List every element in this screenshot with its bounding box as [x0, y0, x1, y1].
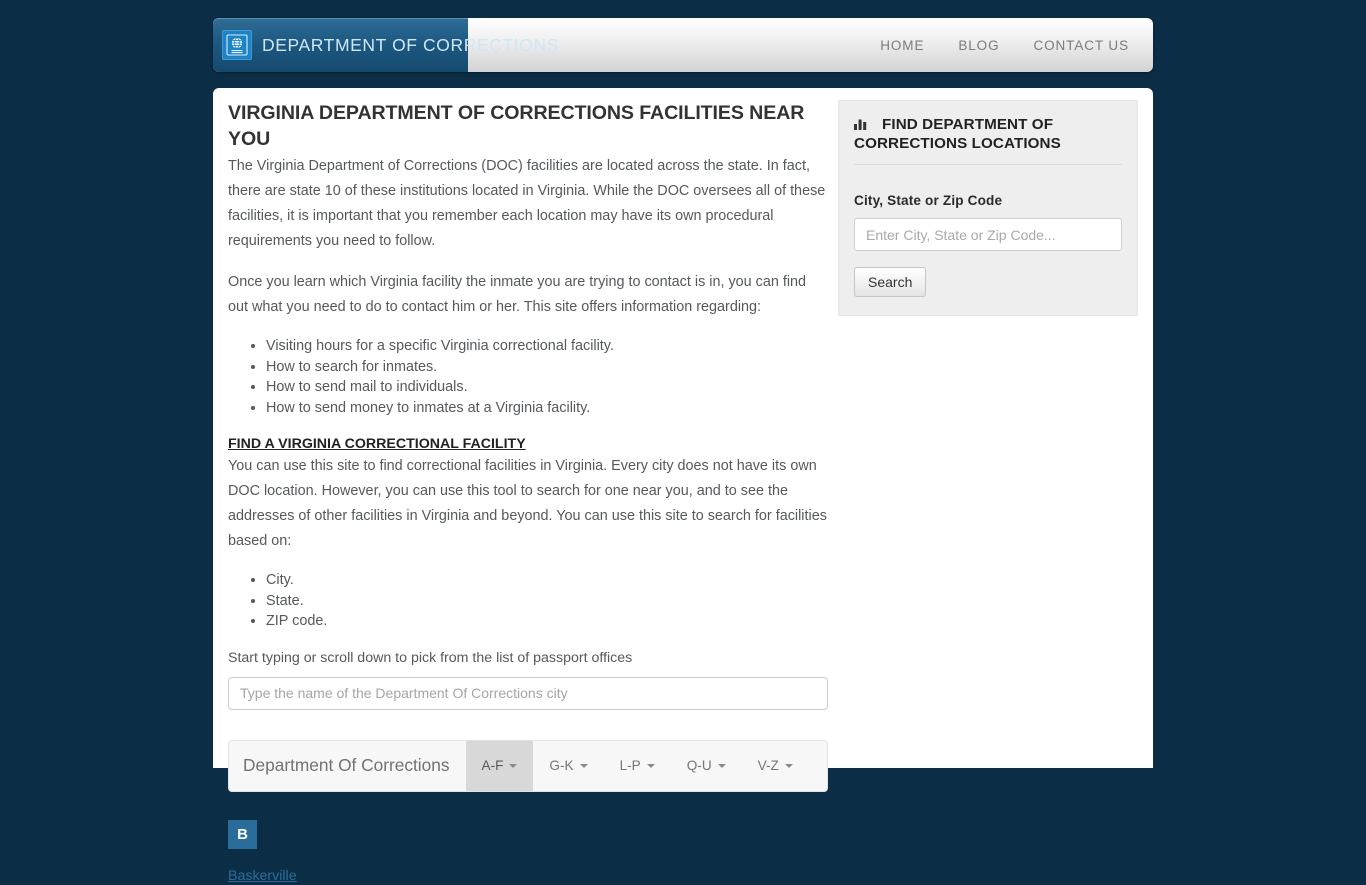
main-navigation: HOME BLOG CONTACT US [468, 18, 1153, 72]
tab-q-u[interactable]: Q-U [671, 741, 742, 791]
list-item: How to send mail to individuals. [266, 377, 828, 398]
chevron-down-icon [646, 763, 655, 768]
city-typeahead-input[interactable] [228, 676, 828, 710]
list-item: ZIP code. [266, 611, 828, 632]
brand[interactable]: DEPARTMENT OF CORRECTIONS [213, 18, 558, 72]
search-basis-list: City. State. ZIP code. [228, 570, 828, 632]
article-body: VIRGINIA DEPARTMENT OF CORRECTIONS FACIL… [228, 100, 828, 885]
list-item: How to search for inmates. [266, 357, 828, 378]
find-locations-widget: FIND DEPARTMENT OF CORRECTIONS LOCATIONS… [838, 100, 1138, 316]
content-card: VIRGINIA DEPARTMENT OF CORRECTIONS FACIL… [213, 88, 1153, 884]
site-header: DEPARTMENT OF CORRECTIONS HOME BLOG CONT… [213, 18, 1153, 72]
chevron-down-icon [784, 763, 793, 768]
sidebar: FIND DEPARTMENT OF CORRECTIONS LOCATIONS… [838, 100, 1138, 316]
tab-a-f[interactable]: A-F [465, 740, 534, 791]
city-state-zip-label: City, State or Zip Code [854, 193, 1003, 208]
letter-badge-b: B [228, 819, 257, 849]
widget-title: FIND DEPARTMENT OF CORRECTIONS LOCATIONS [854, 116, 1061, 152]
info-list: Visiting hours for a specific Virginia c… [228, 336, 828, 418]
chevron-down-icon [509, 763, 518, 768]
tab-q-u-label: Q-U [686, 758, 712, 773]
list-item: State. [266, 591, 828, 612]
tab-a-f-label: A-F [481, 758, 504, 773]
tab-g-k[interactable]: G-K [533, 741, 603, 791]
nav-link-home[interactable]: HOME [880, 38, 924, 53]
intro-paragraph: The Virginia Department of Corrections (… [228, 158, 826, 249]
widget-title-row: FIND DEPARTMENT OF CORRECTIONS LOCATIONS [854, 116, 1122, 152]
list-item: How to send money to inmates at a Virgin… [266, 398, 828, 419]
city-link-baskerville[interactable]: Baskerville [228, 868, 297, 884]
list-item: Visiting hours for a specific Virginia c… [266, 336, 828, 357]
city-state-zip-input[interactable] [854, 218, 1122, 251]
list-item: City. [266, 570, 828, 591]
tab-g-k-label: G-K [549, 758, 574, 773]
chevron-down-icon [579, 763, 588, 768]
find-facility-paragraph: You can use this site to find correction… [228, 458, 827, 549]
bar-chart-icon [854, 117, 867, 135]
search-button[interactable]: Search [854, 267, 927, 297]
nav-link-blog[interactable]: BLOG [958, 38, 999, 53]
alphabet-tab-strip: Department Of Corrections A-F G-K L-P Q-… [228, 739, 828, 792]
tab-strip-brand: Department Of Corrections [243, 755, 450, 775]
typeahead-hint: Start typing or scroll down to pick from… [228, 649, 633, 666]
tab-v-z[interactable]: V-Z [742, 741, 809, 791]
second-paragraph: Once you learn which Virginia facility t… [228, 274, 807, 315]
nav-link-contact-us[interactable]: CONTACT US [1033, 38, 1129, 53]
tab-l-p-label: L-P [619, 758, 641, 773]
find-facility-heading: FIND A VIRGINIA CORRECTIONAL FACILITY [228, 436, 526, 452]
tab-v-z-label: V-Z [757, 758, 779, 773]
chevron-down-icon [717, 763, 726, 768]
globe-passport-icon [222, 30, 252, 60]
page-title: VIRGINIA DEPARTMENT OF CORRECTIONS FACIL… [228, 102, 805, 150]
widget-divider [854, 164, 1122, 165]
tab-l-p[interactable]: L-P [604, 741, 671, 791]
